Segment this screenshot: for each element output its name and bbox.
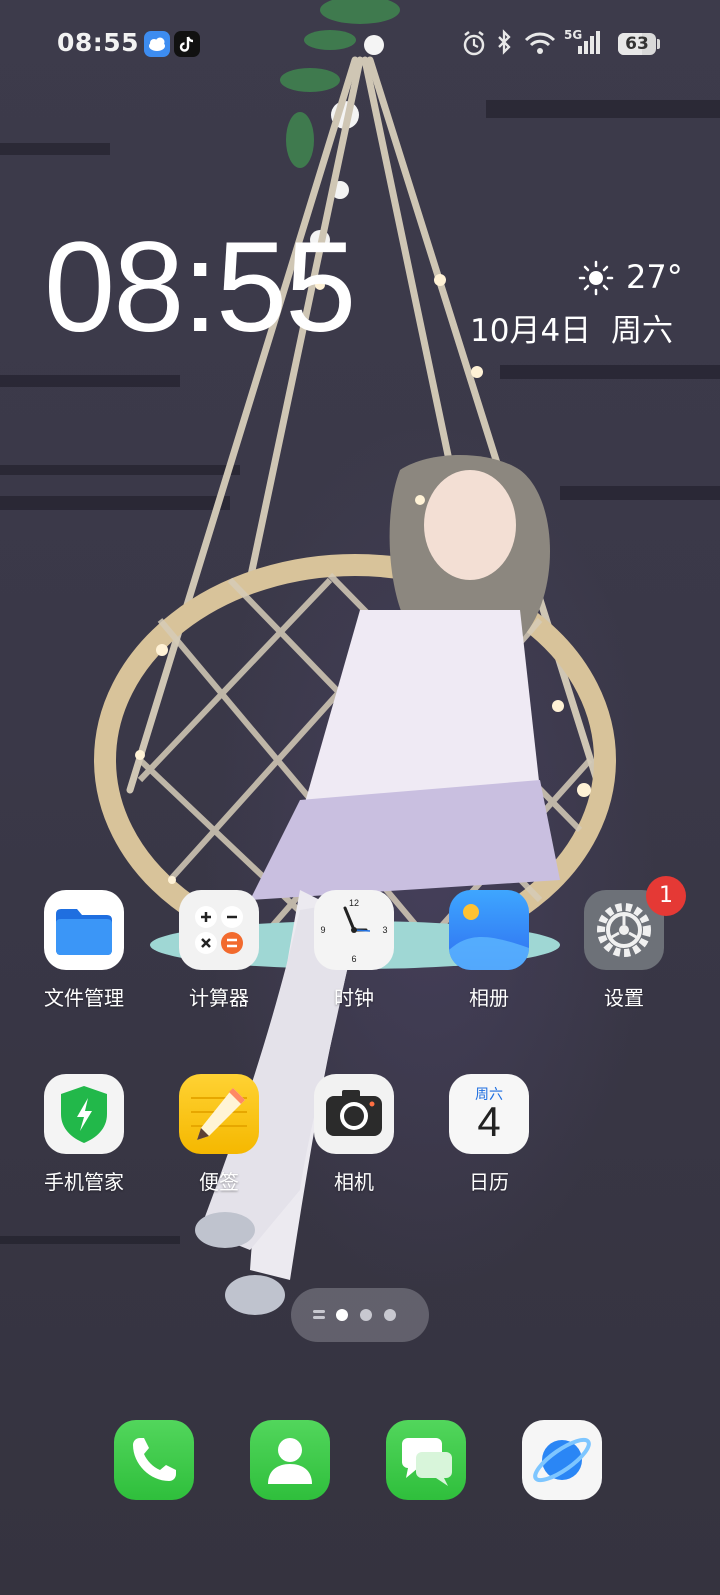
tiktok-notification-icon (174, 31, 200, 57)
contacts-icon (268, 1438, 312, 1484)
calendar-icon: 周六 4 (449, 1074, 529, 1154)
browser-icon (533, 1437, 591, 1483)
app-label: 计算器 (189, 986, 249, 1010)
app-file-manager[interactable]: 文件管理 (24, 890, 144, 1040)
dock-browser-button[interactable] (522, 1420, 602, 1500)
dock-contacts-button[interactable] (250, 1420, 330, 1500)
wifi-icon (524, 32, 556, 54)
calculator-icon (179, 890, 259, 970)
clock-icon: 12 3 6 9 (314, 890, 394, 970)
app-calendar[interactable]: 周六 4 日历 (429, 1074, 549, 1224)
app-label: 日历 (469, 1170, 509, 1194)
status-time: 08:55 (57, 28, 140, 57)
folder-icon (44, 890, 124, 970)
notepad-icon (179, 1074, 259, 1154)
battery-icon: 63 (618, 33, 656, 55)
messages-icon (402, 1438, 452, 1486)
page-dot (360, 1309, 372, 1321)
svg-text:9: 9 (320, 925, 325, 935)
app-label: 文件管理 (44, 986, 124, 1010)
svg-text:6: 6 (351, 954, 356, 964)
dock-phone-button[interactable] (114, 1420, 194, 1500)
weekday-text: 周六 (611, 313, 674, 349)
app-notes[interactable]: 便签 (159, 1074, 279, 1224)
battery-cap (657, 39, 660, 49)
app-label: 时钟 (334, 986, 374, 1010)
app-label: 手机管家 (44, 1170, 124, 1194)
sun-icon (578, 260, 614, 296)
widget-time[interactable]: 08:55 (44, 218, 356, 358)
widget-date[interactable]: 10月4日 周六 (470, 305, 673, 350)
app-clock[interactable]: 12 3 6 9 时钟 (294, 890, 414, 1040)
feed-page-icon (313, 1310, 325, 1319)
page-indicator[interactable] (291, 1288, 429, 1342)
app-settings[interactable]: 1 设置 (564, 876, 686, 1040)
page-dot-active (336, 1309, 348, 1321)
dock-messages-button[interactable] (386, 1420, 466, 1500)
app-label: 便签 (199, 1170, 239, 1194)
app-calculator[interactable]: 计算器 (159, 890, 279, 1040)
app-label: 相机 (334, 1170, 374, 1194)
app-label: 相册 (469, 986, 509, 1010)
svg-text:3: 3 (382, 925, 387, 935)
app-camera[interactable]: 相机 (294, 1074, 414, 1224)
app-phone-manager[interactable]: 手机管家 (24, 1074, 144, 1224)
camera-icon (314, 1074, 394, 1154)
svg-text:12: 12 (349, 898, 359, 908)
phone-icon (133, 1438, 176, 1481)
weather-temperature[interactable]: 27° (626, 258, 683, 296)
page-dot (384, 1309, 396, 1321)
notification-badge: 1 (646, 876, 686, 916)
signal-icon (578, 31, 600, 54)
alarm-icon (463, 31, 485, 56)
weather-notification-icon (144, 31, 170, 57)
app-label: 设置 (604, 986, 644, 1010)
date-text: 10月4日 (470, 313, 592, 349)
app-gallery[interactable]: 相册 (429, 890, 549, 1040)
shield-icon (44, 1074, 124, 1154)
status-bar: 08:55 5G 63 (0, 0, 720, 88)
calendar-day: 4 (477, 1098, 501, 1145)
battery-level: 63 (625, 34, 649, 54)
gallery-icon (449, 890, 529, 970)
bluetooth-icon (498, 29, 511, 55)
